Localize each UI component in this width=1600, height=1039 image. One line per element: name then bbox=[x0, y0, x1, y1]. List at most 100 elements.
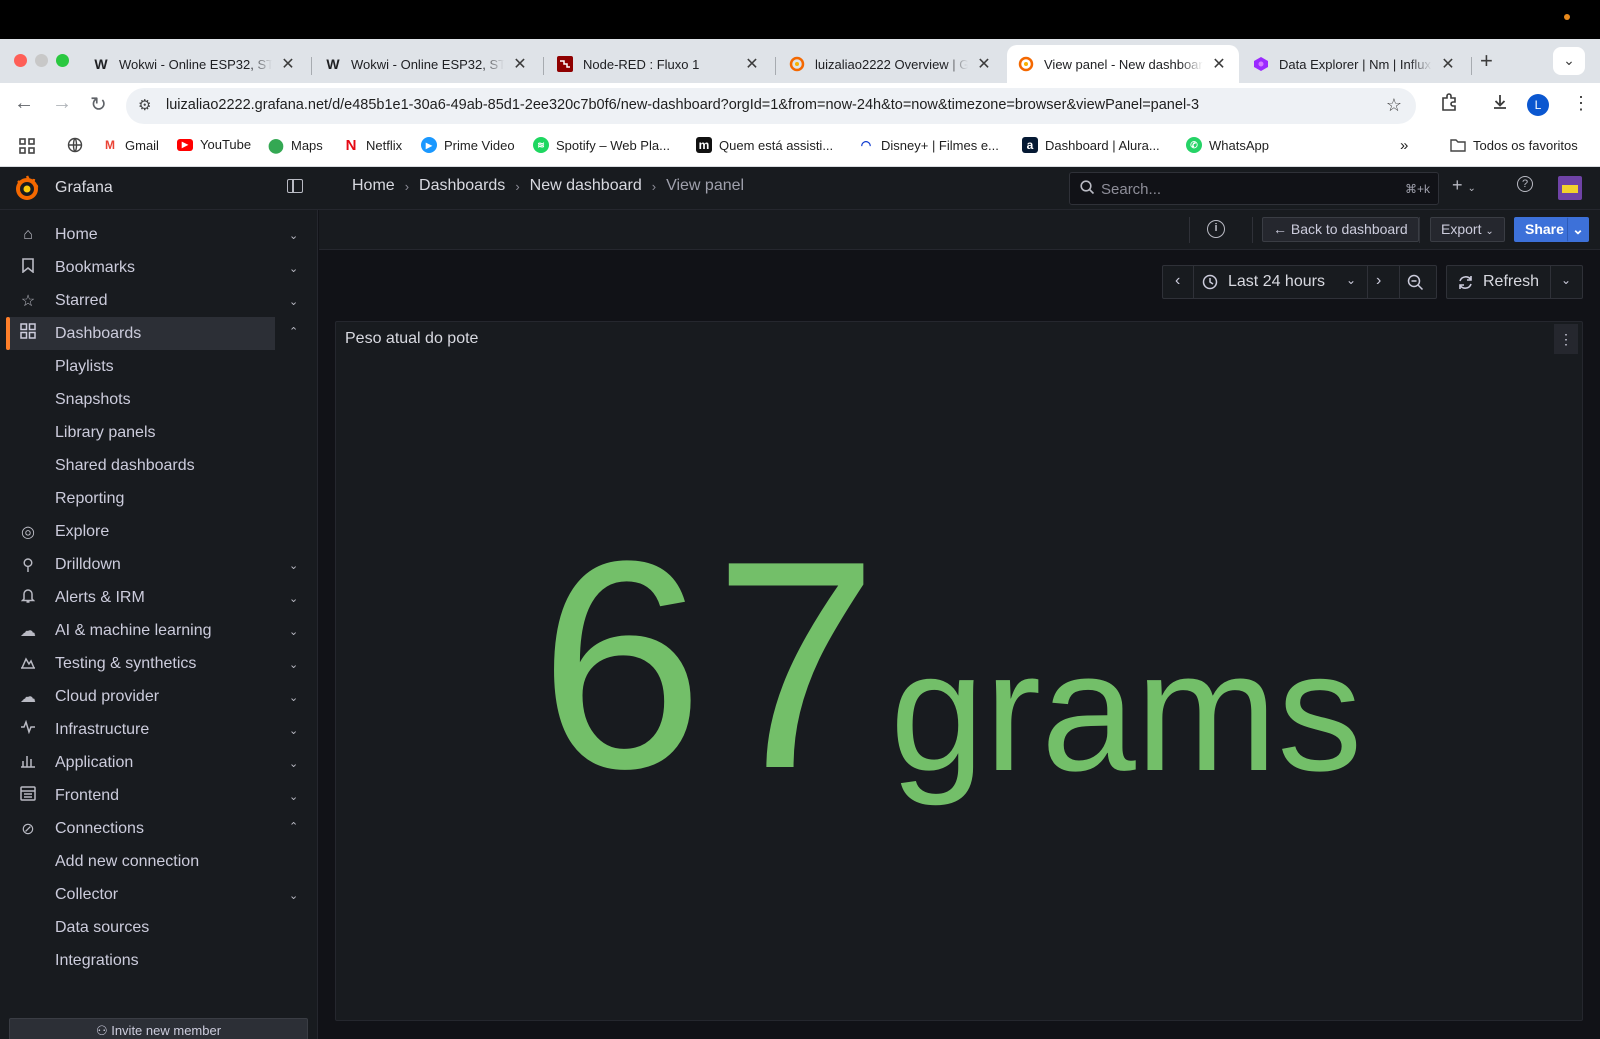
browser-tab-influx[interactable]: Data Explorer | Nm | InfluxDB ✕ bbox=[1242, 45, 1468, 83]
browser-menu-icon[interactable]: ⋮ bbox=[1572, 93, 1590, 114]
search-input[interactable]: Search... ⌘+k bbox=[1069, 172, 1439, 205]
close-tab-icon[interactable]: ✕ bbox=[742, 54, 762, 74]
chevron-down-icon[interactable]: ⌄ bbox=[289, 592, 298, 605]
sidebar-item-reporting[interactable]: Reporting bbox=[8, 482, 275, 515]
share-options-chevron-icon[interactable]: ⌄ bbox=[1567, 217, 1589, 242]
sidebar-item-connections[interactable]: ⊘ Connections bbox=[8, 812, 275, 845]
sidebar-item-shared-dashboards[interactable]: Shared dashboards bbox=[8, 449, 275, 482]
chevron-up-icon[interactable]: ⌃ bbox=[289, 820, 298, 833]
help-icon[interactable]: ? bbox=[1517, 176, 1533, 192]
url-text[interactable]: luizaliao2222.grafana.net/d/e485b1e1-30a… bbox=[166, 97, 1199, 113]
refresh-button[interactable]: Refresh bbox=[1483, 273, 1539, 291]
invite-new-member-button[interactable]: ⚇ Invite new member bbox=[9, 1018, 308, 1039]
sidebar-item-dashboards[interactable]: Dashboards bbox=[6, 317, 275, 350]
sidebar-item-data-sources[interactable]: Data sources bbox=[8, 911, 275, 944]
info-icon[interactable]: i bbox=[1207, 220, 1225, 238]
sidebar-item-library-panels[interactable]: Library panels bbox=[8, 416, 275, 449]
close-tab-icon[interactable]: ✕ bbox=[974, 54, 994, 74]
bookmark-disney-plus[interactable]: ◠ Disney+ | Filmes e... bbox=[858, 137, 999, 153]
chevron-down-icon[interactable]: ⌄ bbox=[289, 262, 298, 275]
user-avatar[interactable] bbox=[1558, 176, 1582, 200]
bookmark-alura[interactable]: a Dashboard | Alura... bbox=[1022, 137, 1160, 153]
bookmark-spotify[interactable]: ≋ Spotify – Web Pla... bbox=[533, 137, 670, 153]
bookmark-maps[interactable]: ⬤ Maps bbox=[268, 137, 323, 153]
sidebar-item-drilldown[interactable]: ⚲ Drilldown bbox=[8, 548, 275, 581]
back-arrow-icon[interactable]: ← bbox=[14, 92, 34, 115]
bookmark-youtube[interactable]: ▶ YouTube bbox=[177, 137, 251, 152]
browser-tab-wokwi-1[interactable]: W Wokwi - Online ESP32, STM32, Arduino S… bbox=[82, 45, 308, 83]
sidebar-item-frontend[interactable]: Frontend bbox=[8, 779, 275, 812]
back-to-dashboard-button[interactable]: ← Back to dashboard bbox=[1262, 217, 1419, 242]
sidebar-item-snapshots[interactable]: Snapshots bbox=[8, 383, 275, 416]
chevron-down-icon[interactable]: ⌄ bbox=[289, 229, 298, 242]
bookmark-gmail[interactable]: M Gmail bbox=[102, 137, 159, 153]
sidebar-item-playlists[interactable]: Playlists bbox=[8, 350, 275, 383]
breadcrumb-new-dashboard[interactable]: New dashboard bbox=[530, 177, 642, 195]
browser-tab-view-panel[interactable]: View panel - New dashboard ✕ bbox=[1007, 45, 1239, 83]
time-forward-chevron-icon[interactable]: › bbox=[1376, 272, 1381, 290]
chevron-down-icon[interactable]: ⌄ bbox=[289, 658, 298, 671]
profile-avatar[interactable]: L bbox=[1527, 94, 1549, 116]
breadcrumb-home[interactable]: Home bbox=[352, 177, 395, 195]
browser-tab-wokwi-2[interactable]: W Wokwi - Online ESP32, STM32, Arduino S… bbox=[314, 45, 540, 83]
breadcrumb-dashboards[interactable]: Dashboards bbox=[419, 177, 505, 195]
zoom-out-icon[interactable] bbox=[1407, 274, 1424, 296]
sidebar-item-explore[interactable]: ◎ Explore bbox=[8, 515, 275, 548]
time-range-picker[interactable]: Last 24 hours bbox=[1228, 273, 1325, 291]
reload-icon[interactable]: ↻ bbox=[90, 92, 107, 117]
chevron-down-icon[interactable]: ⌄ bbox=[289, 889, 298, 902]
download-icon[interactable] bbox=[1491, 93, 1509, 116]
grafana-logo-icon[interactable] bbox=[14, 175, 40, 201]
browser-tab-node-red[interactable]: Node-RED : Fluxo 1 ✕ bbox=[546, 45, 772, 83]
sidebar-item-collector[interactable]: Collector bbox=[8, 878, 275, 911]
new-tab-button[interactable]: + bbox=[1480, 48, 1493, 74]
close-tab-icon[interactable]: ✕ bbox=[1438, 54, 1458, 74]
chevron-down-icon[interactable]: ⌄ bbox=[289, 625, 298, 638]
bookmark-quem-esta-assistindo[interactable]: m Quem está assisti... bbox=[696, 137, 833, 153]
grafana-brand[interactable]: Grafana bbox=[55, 179, 113, 197]
close-window-button[interactable] bbox=[14, 54, 27, 67]
more-bookmarks-chevron[interactable]: » bbox=[1400, 137, 1408, 154]
bookmark-netflix[interactable]: N Netflix bbox=[343, 137, 403, 154]
close-tab-icon[interactable]: ✕ bbox=[278, 54, 298, 74]
share-button[interactable]: Share bbox=[1514, 217, 1575, 242]
add-new-button[interactable]: + ⌄ bbox=[1452, 175, 1476, 196]
bookmark-star-icon[interactable]: ☆ bbox=[1386, 95, 1402, 116]
chevron-down-icon[interactable]: ⌄ bbox=[289, 295, 298, 308]
sidebar-item-cloud-provider[interactable]: ☁ Cloud provider bbox=[8, 680, 275, 713]
refresh-interval-chevron-icon[interactable]: ⌄ bbox=[1561, 273, 1571, 287]
minimize-window-button[interactable] bbox=[35, 54, 48, 67]
sidebar-item-integrations[interactable]: Integrations bbox=[8, 944, 275, 977]
browser-tab-grafana-overview[interactable]: luizaliao2222 Overview | Grafana ✕ bbox=[778, 45, 1004, 83]
globe-icon[interactable] bbox=[67, 137, 83, 153]
chevron-down-icon[interactable]: ⌄ bbox=[289, 691, 298, 704]
bookmark-prime-video[interactable]: ▶ Prime Video bbox=[421, 137, 515, 153]
tab-search-chevron-icon[interactable]: ⌄ bbox=[1553, 47, 1585, 75]
chevron-down-icon[interactable]: ⌄ bbox=[1346, 273, 1356, 287]
apps-grid-icon[interactable] bbox=[18, 137, 36, 155]
sidebar-item-ai-ml[interactable]: ☁ AI & machine learning bbox=[8, 614, 275, 647]
export-button[interactable]: Export ⌄ bbox=[1430, 217, 1505, 242]
dock-menu-icon[interactable] bbox=[287, 179, 303, 193]
chevron-down-icon[interactable]: ⌄ bbox=[289, 724, 298, 737]
close-tab-icon[interactable]: ✕ bbox=[510, 54, 530, 74]
address-bar[interactable]: ⚙ luizaliao2222.grafana.net/d/e485b1e1-3… bbox=[126, 88, 1416, 124]
sidebar-item-application[interactable]: Application bbox=[8, 746, 275, 779]
sidebar-item-add-new-connection[interactable]: Add new connection bbox=[8, 845, 275, 878]
site-info-icon[interactable]: ⚙ bbox=[138, 96, 151, 114]
chevron-down-icon[interactable]: ⌄ bbox=[289, 790, 298, 803]
forward-arrow-icon[interactable]: → bbox=[52, 92, 72, 115]
sidebar-item-home[interactable]: ⌂ Home bbox=[8, 218, 275, 251]
sidebar-item-testing-synthetics[interactable]: Testing & synthetics bbox=[8, 647, 275, 680]
maximize-window-button[interactable] bbox=[56, 54, 69, 67]
chevron-down-icon[interactable]: ⌄ bbox=[289, 559, 298, 572]
sidebar-item-starred[interactable]: ☆ Starred bbox=[8, 284, 275, 317]
chevron-down-icon[interactable]: ⌄ bbox=[289, 757, 298, 770]
bookmark-whatsapp[interactable]: ✆ WhatsApp bbox=[1186, 137, 1269, 153]
sidebar-item-infrastructure[interactable]: Infrastructure bbox=[8, 713, 275, 746]
chevron-up-icon[interactable]: ⌃ bbox=[289, 325, 298, 338]
all-bookmarks[interactable]: Todos os favoritos bbox=[1450, 137, 1578, 153]
sidebar-item-bookmarks[interactable]: Bookmarks bbox=[8, 251, 275, 284]
time-back-chevron-icon[interactable]: ‹ bbox=[1175, 272, 1180, 290]
extensions-icon[interactable] bbox=[1440, 93, 1458, 116]
